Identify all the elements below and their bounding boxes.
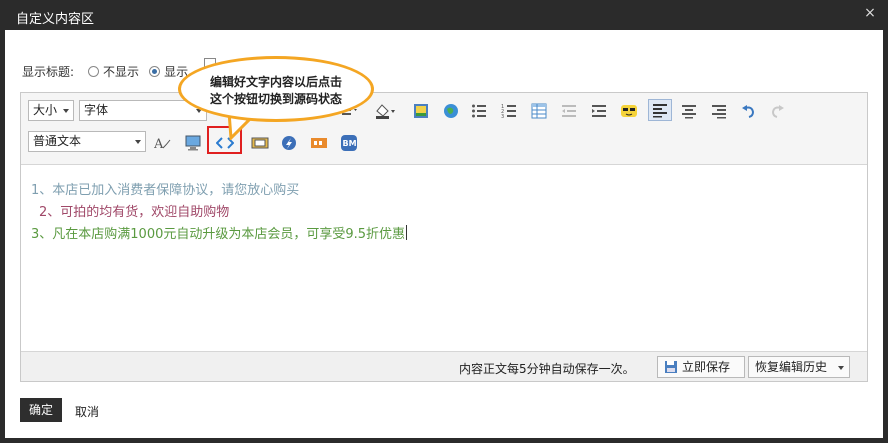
radio-hide-dot[interactable] <box>88 65 100 77</box>
content-line-1: 1、本店已加入消费者保障协议，请您放心购买 <box>31 183 300 198</box>
svg-text:3: 3 <box>501 114 504 119</box>
block-format-value: 普通文本 <box>33 134 82 148</box>
chevron-down-icon <box>63 109 69 113</box>
clear-format-icon[interactable]: A <box>153 133 173 153</box>
cancel-button[interactable]: 取消 <box>75 403 99 420</box>
table-icon[interactable] <box>529 101 549 121</box>
restore-history-button[interactable]: 恢复编辑历史 <box>748 356 850 378</box>
radio-hide-title[interactable]: 不显示 <box>88 63 139 80</box>
display-title-label: 显示标题: <box>22 64 75 79</box>
callout-line-2: 这个按钮切换到源码状态 <box>209 92 342 106</box>
dialog: 自定义内容区 × 显示标题: 不显示 显示 大小 字体 普通文本 1 2 3 A… <box>0 0 888 443</box>
font-family-value: 字体 <box>84 103 109 117</box>
restore-history-label: 恢复编辑历史 <box>755 360 828 374</box>
font-size-select[interactable]: 大小 <box>28 100 74 121</box>
svg-text:BM: BM <box>343 139 357 148</box>
autosave-note: 内容正文每5分钟自动保存一次。 <box>459 362 635 376</box>
align-right-icon[interactable] <box>709 101 729 121</box>
align-center-icon[interactable] <box>679 101 699 121</box>
rich-text-editor: 大小 字体 普通文本 1 2 3 A BM 1、本店已加入消费者保障协议，请您放… <box>20 92 868 382</box>
chevron-down-icon <box>838 366 844 370</box>
radio-hide-label: 不显示 <box>103 64 140 79</box>
text-caret <box>406 225 408 240</box>
align-left-icon[interactable] <box>648 99 672 121</box>
editor-content[interactable]: 1、本店已加入消费者保障协议，请您放心购买 2、可拍的均有货，欢迎自助购物 3、… <box>21 166 867 351</box>
film-icon[interactable] <box>309 133 329 153</box>
block-format-select[interactable]: 普通文本 <box>28 131 146 152</box>
font-size-value: 大小 <box>33 103 58 117</box>
save-now-button[interactable]: 立即保存 <box>657 356 745 378</box>
bullet-list-icon[interactable] <box>469 101 489 121</box>
bm-icon[interactable]: BM <box>339 133 359 153</box>
undo-icon[interactable] <box>739 101 759 121</box>
emoticon-icon[interactable] <box>619 101 639 121</box>
content-line-2: 2、可拍的均有货，欢迎自助购物 <box>39 205 230 220</box>
chevron-down-icon <box>135 140 141 144</box>
save-now-label: 立即保存 <box>682 360 731 374</box>
content-line-3-text: 3、凡在本店购满1000元自动升级为本店会员，可享受9.5折优惠 <box>31 227 406 242</box>
callout-line-1: 编辑好文字内容以后点击 <box>209 75 342 89</box>
confirm-button[interactable]: 确定 <box>20 398 62 422</box>
radio-show-dot[interactable] <box>149 65 161 77</box>
globe-icon[interactable] <box>441 101 461 121</box>
tooltip-callout: 编辑好文字内容以后点击 这个按钮切换到源码状态 <box>178 56 374 122</box>
indent-icon[interactable] <box>589 101 609 121</box>
redo-icon[interactable] <box>767 101 787 121</box>
dialog-titlebar: 自定义内容区 × <box>0 0 888 30</box>
dialog-body: 显示标题: 不显示 显示 大小 字体 普通文本 1 2 3 A BM 1、本店已… <box>5 30 883 438</box>
dialog-title: 自定义内容区 <box>16 12 95 27</box>
image-icon[interactable] <box>411 101 431 121</box>
numbered-list-icon[interactable]: 123 <box>499 101 519 121</box>
flash-icon[interactable] <box>279 133 299 153</box>
monitor-icon[interactable] <box>183 133 203 153</box>
fill-color-icon[interactable] <box>373 101 399 121</box>
display-title-row: 显示标题: 不显示 显示 <box>22 63 198 79</box>
close-icon[interactable]: × <box>862 5 878 21</box>
editor-statusbar: 内容正文每5分钟自动保存一次。 立即保存 恢复编辑历史 <box>21 351 867 381</box>
disk-icon <box>664 360 678 380</box>
outdent-icon[interactable] <box>559 101 579 121</box>
content-line-3: 3、凡在本店购满1000元自动升级为本店会员，可享受9.5折优惠 <box>31 224 867 246</box>
editor-toolbar: 大小 字体 普通文本 1 2 3 A BM <box>21 93 867 165</box>
svg-text:A: A <box>154 137 164 151</box>
